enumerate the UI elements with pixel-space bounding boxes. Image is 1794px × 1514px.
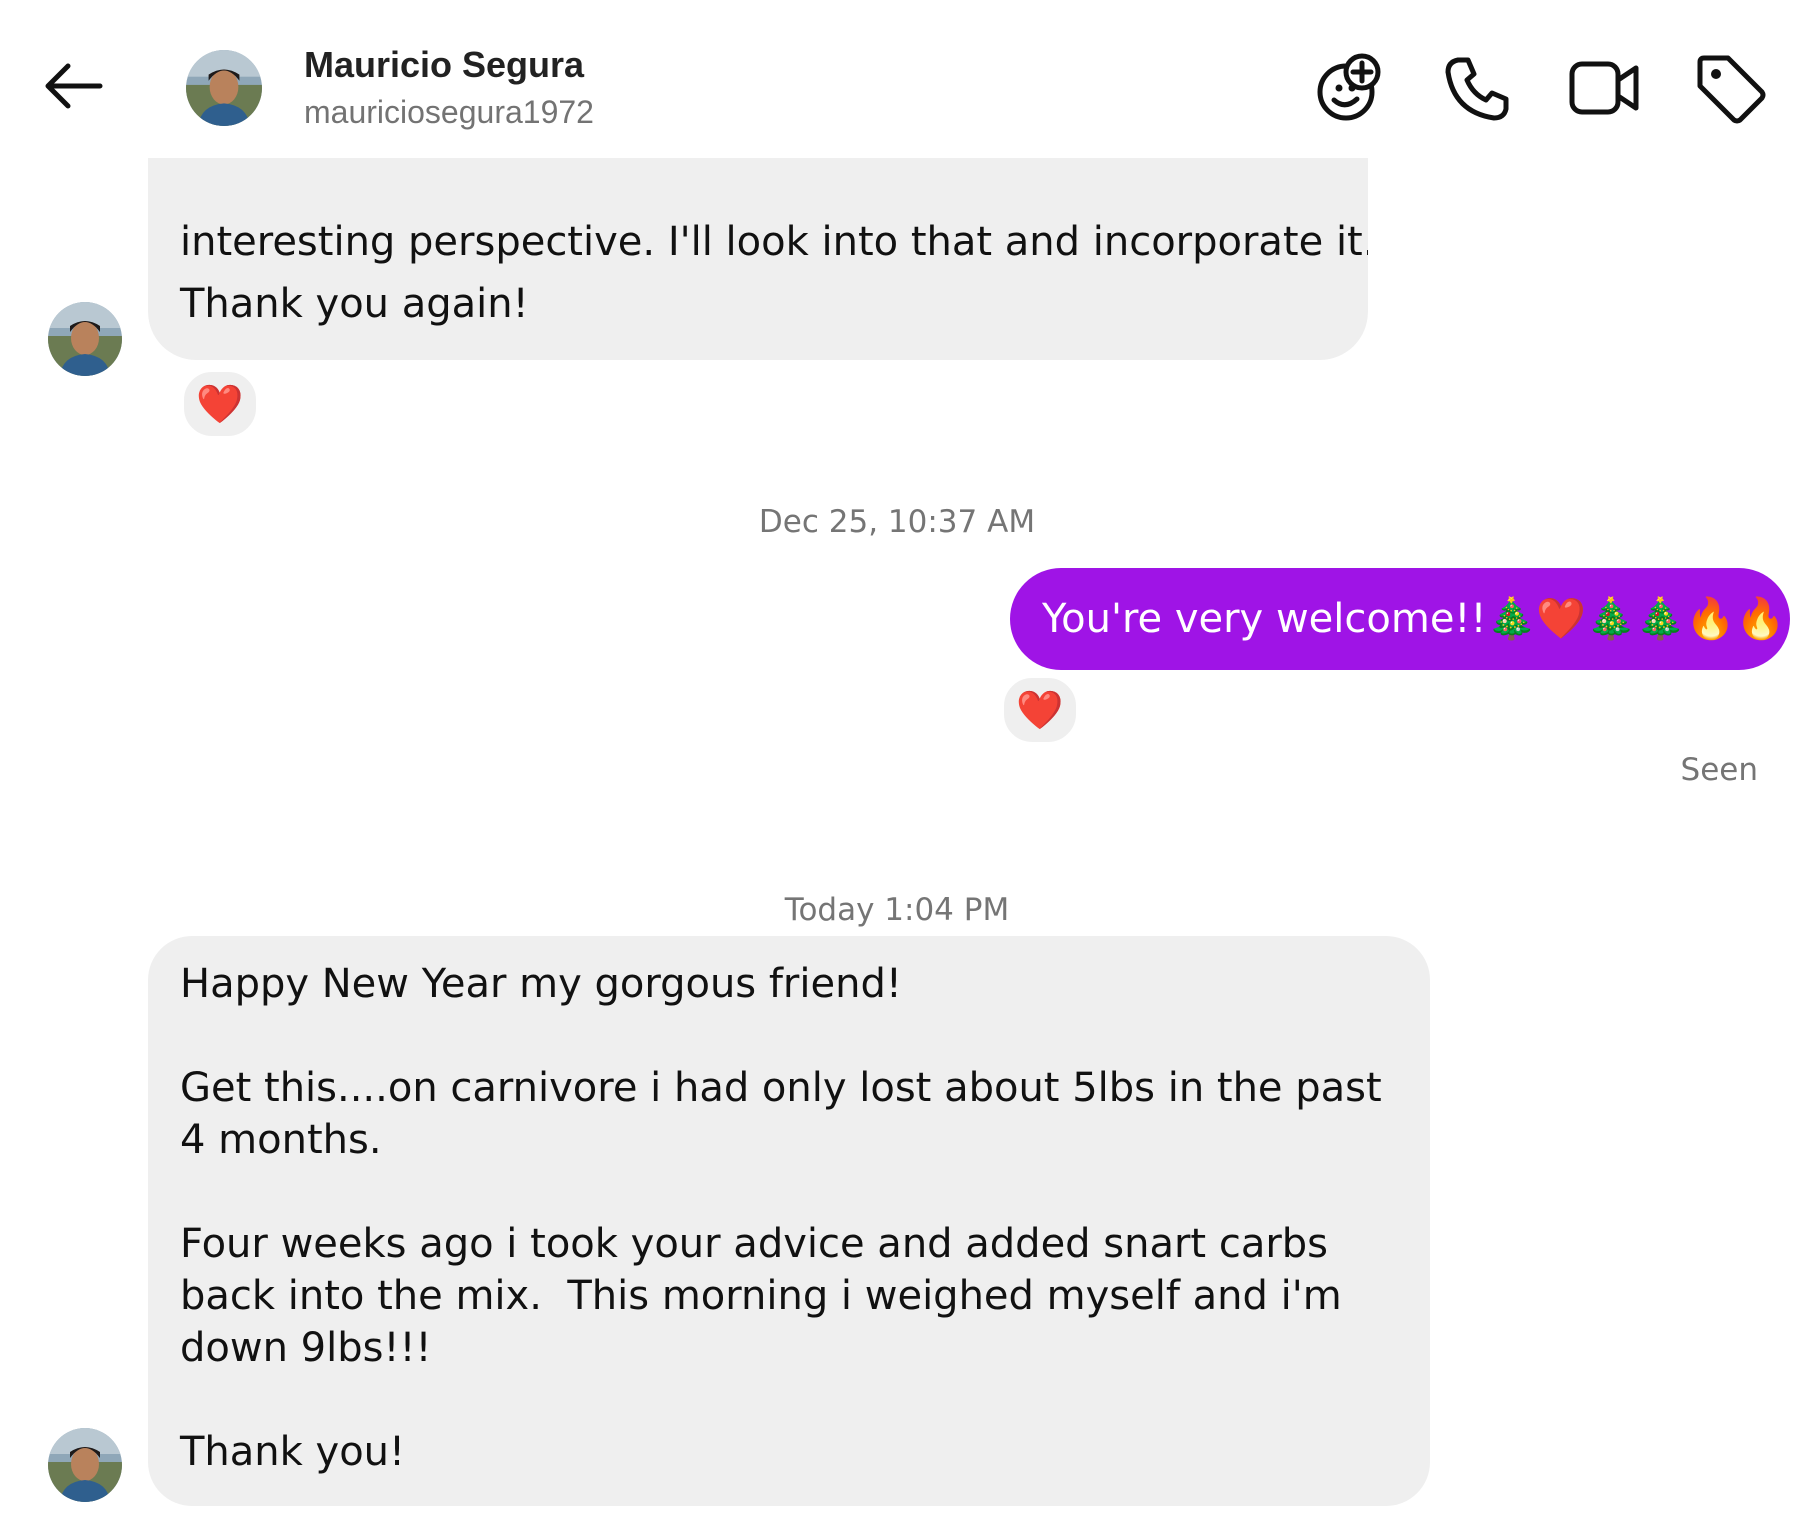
message-paragraph: Happy New Year my gorgous friend! [180, 961, 902, 1007]
message-text: interesting perspective. I'll look into … [180, 219, 1368, 265]
message-text: You're very welcome!!🎄❤️🎄🎄🔥🔥 [1042, 596, 1786, 642]
phone-icon[interactable] [1440, 50, 1516, 126]
sender-avatar[interactable] [48, 1428, 122, 1502]
heart-reaction[interactable]: ❤️ [180, 368, 260, 440]
tag-icon[interactable] [1692, 50, 1768, 126]
outgoing-message-bubble[interactable]: You're very welcome!!🎄❤️🎄🎄🔥🔥 [1010, 568, 1790, 670]
sender-avatar[interactable] [48, 302, 122, 376]
timestamp-separator: Dec 25, 10:37 AM [758, 504, 1036, 540]
contact-avatar[interactable] [186, 50, 262, 126]
video-icon[interactable] [1566, 50, 1642, 126]
message-thread[interactable]: interesting perspective. I'll look into … [0, 0, 1794, 1514]
chat-header: Mauricio Segura mauriciosegura1972 [0, 0, 1794, 158]
message-paragraph: Four weeks ago i took your advice and ad… [180, 1221, 1355, 1371]
message-paragraph: Thank you! [180, 1429, 406, 1475]
contact-username[interactable]: mauriciosegura1972 [304, 94, 594, 131]
message-paragraph: Get this....on carnivore i had only lost… [180, 1065, 1395, 1163]
heart-reaction[interactable]: ❤️ [1000, 674, 1080, 746]
contact-name[interactable]: Mauricio Segura [304, 44, 584, 86]
back-arrow-icon[interactable] [38, 54, 108, 118]
sticker-add-icon[interactable] [1312, 50, 1388, 126]
incoming-message-bubble[interactable]: Happy New Year my gorgous friend! Get th… [148, 936, 1430, 1506]
timestamp-separator: Today 1:04 PM [784, 892, 1010, 928]
message-text: Thank you again! [180, 281, 529, 327]
seen-status: Seen [1680, 752, 1758, 788]
